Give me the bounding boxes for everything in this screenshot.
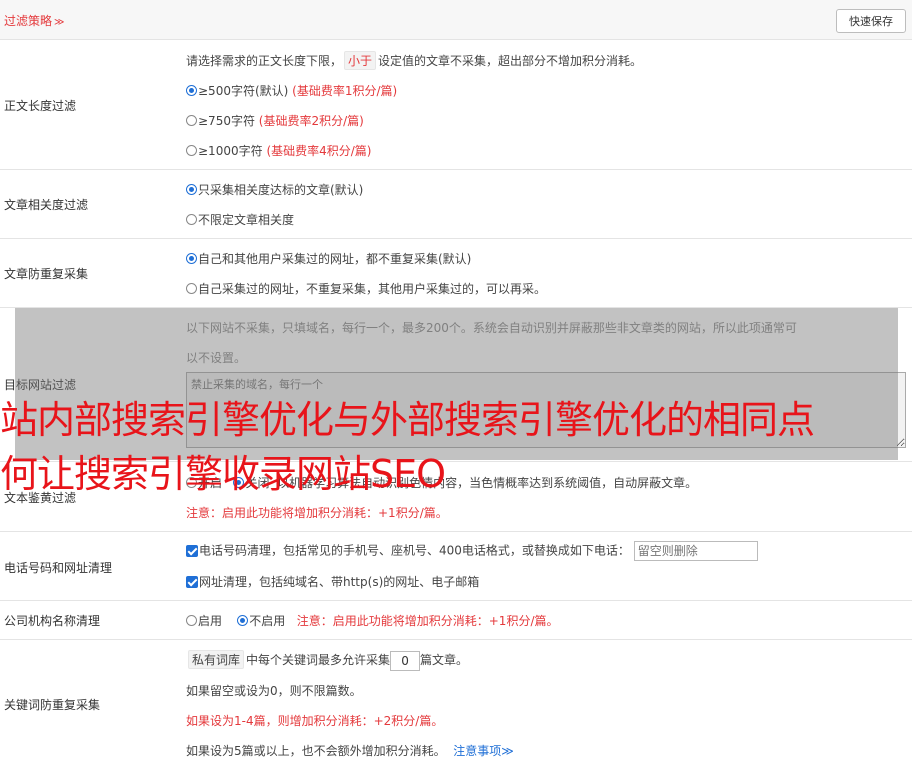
option-label: 不限定文章相关度	[198, 213, 295, 227]
overlay-banner-line-2: 何让搜索引擎收录网站SEO	[0, 452, 446, 496]
option-label: 只采集相关度达标的文章(默认)	[198, 183, 364, 197]
keyword-rule-1: 如果留空或设为0，则不限篇数。	[186, 684, 362, 698]
chevron-down-icon: ≫	[501, 744, 514, 758]
option-label: 自己采集过的网址，不重复采集，其他用户采集过的，可以再采。	[198, 282, 547, 296]
radio-icon[interactable]	[186, 145, 197, 156]
dup-filter-row: 文章防重复采集 自己和其他用户采集过的网址，都不重复采集(默认) 自己采集过的网…	[0, 239, 912, 308]
org-filter-options: 启用 不启用 注意：启用此功能将增加积分消耗：+1积分/篇。	[186, 612, 558, 629]
radio-selected-icon[interactable]	[237, 615, 249, 626]
option-on-label: 启用	[198, 614, 223, 628]
org-filter-label: 公司机构名称清理	[4, 614, 101, 628]
length-option-750[interactable]: ≥750字符 (基础费率2积分/篇)	[186, 112, 364, 129]
keyword-rule-3: 如果设为5篇或以上，也不会额外增加积分消耗。 注意事项≫	[186, 742, 514, 759]
option-off-label: 不启用	[249, 614, 286, 628]
keyword-rule-2: 如果设为1-4篇，则增加积分消耗：+2积分/篇。	[186, 714, 444, 728]
keyword-limit-line: 私有词库中每个关键词最多允许采集 篇文章。	[186, 650, 468, 671]
relevance-option-required[interactable]: 只采集相关度达标的文章(默认)	[186, 181, 363, 198]
dup-option-self[interactable]: 自己采集过的网址，不重复采集，其他用户采集过的，可以再采。	[186, 280, 546, 297]
desc-text: 请选择需求的正文长度下限，	[186, 54, 343, 68]
section-title-label: 过滤策略	[4, 14, 53, 28]
porn-filter-note: 注意：启用此功能将增加积分消耗：+1积分/篇。	[186, 506, 448, 520]
keyword-filter-label: 关键词防重复采集	[4, 698, 101, 712]
keyword-filter-row: 关键词防重复采集 私有词库中每个关键词最多允许采集 篇文章。 如果留空或设为0，则…	[0, 640, 912, 768]
length-filter-label: 正文长度过滤	[4, 99, 77, 113]
dup-filter-label: 文章防重复采集	[4, 267, 89, 281]
length-filter-desc: 请选择需求的正文长度下限， 小于 设定值的文章不采集，超出部分不增加积分消耗。	[186, 51, 642, 70]
url-clean-text: 网址清理，包括纯域名、带http(s)的网址、电子邮箱	[199, 575, 480, 589]
radio-icon[interactable]	[186, 115, 197, 126]
keyword-rule-3-text: 如果设为5篇或以上，也不会额外增加积分消耗。	[186, 744, 446, 758]
radio-icon[interactable]	[186, 615, 197, 626]
dup-option-all[interactable]: 自己和其他用户采集过的网址，都不重复采集(默认)	[186, 250, 471, 267]
desc-text-post: 设定值的文章不采集，超出部分不增加积分消耗。	[378, 54, 643, 68]
length-option-1000[interactable]: ≥1000字符 (基础费率4积分/篇)	[186, 142, 371, 159]
relevance-filter-label: 文章相关度过滤	[4, 198, 89, 212]
notes-link-label: 注意事项	[453, 744, 502, 758]
option-note: (基础费率2积分/篇)	[258, 114, 364, 128]
less-than-tag: 小于	[344, 51, 377, 70]
notes-link[interactable]: 注意事项≫	[453, 744, 514, 758]
option-label: ≥750字符	[198, 114, 255, 128]
url-clean-option[interactable]: 网址清理，包括纯域名、带http(s)的网址、电子邮箱	[186, 573, 479, 590]
private-dict-tag[interactable]: 私有词库	[188, 650, 245, 669]
phone-clean-text: 电话号码清理，包括常见的手机号、座机号、400电话格式，或替换成如下电话：	[199, 543, 630, 558]
radio-icon[interactable]	[186, 283, 197, 294]
checkbox-checked-icon[interactable]	[186, 544, 198, 557]
phone-filter-row: 电话号码和网址清理 电话号码清理，包括常见的手机号、座机号、400电话格式，或替…	[0, 532, 912, 601]
section-title[interactable]: 过滤策略 ≫	[4, 12, 64, 29]
option-label: 自己和其他用户采集过的网址，都不重复采集(默认)	[198, 252, 472, 266]
quick-save-button[interactable]: 快速保存	[836, 9, 906, 33]
radio-selected-icon[interactable]	[186, 253, 197, 264]
option-note: (基础费率4积分/篇)	[266, 144, 372, 158]
keyword-limit-suffix: 篇文章。	[420, 653, 469, 667]
overlay-banner-line-1: 站内部搜索引擎优化与外部搜索引擎优化的相同点	[0, 398, 815, 442]
length-filter-row: 正文长度过滤 请选择需求的正文长度下限， 小于 设定值的文章不采集，超出部分不增加积…	[0, 40, 912, 170]
filter-strategy-header: 过滤策略 ≫ 快速保存	[0, 0, 912, 40]
org-filter-note: 注意：启用此功能将增加积分消耗：+1积分/篇。	[296, 614, 559, 628]
replace-phone-input[interactable]	[633, 541, 758, 561]
option-label: ≥500字符(默认)	[198, 84, 289, 98]
checkbox-checked-icon[interactable]	[186, 576, 198, 588]
radio-selected-icon[interactable]	[186, 85, 197, 96]
radio-icon[interactable]	[186, 214, 197, 225]
phone-filter-label: 电话号码和网址清理	[4, 561, 113, 575]
relevance-option-unlimited[interactable]: 不限定文章相关度	[186, 211, 294, 228]
keyword-limit-text: 中每个关键词最多允许采集	[246, 653, 391, 667]
option-note: (基础费率1积分/篇)	[292, 84, 398, 98]
keyword-limit-input[interactable]	[390, 650, 421, 671]
relevance-filter-row: 文章相关度过滤 只采集相关度达标的文章(默认) 不限定文章相关度	[0, 170, 912, 239]
chevron-down-icon: ≫	[54, 17, 65, 28]
option-label: ≥1000字符	[198, 144, 263, 158]
phone-clean-option[interactable]: 电话号码清理，包括常见的手机号、座机号、400电话格式，或替换成如下电话：	[186, 541, 758, 561]
org-filter-row: 公司机构名称清理 启用 不启用 注意：启用此功能将增加积分消耗：+1积分/篇。	[0, 601, 912, 640]
length-option-500[interactable]: ≥500字符(默认) (基础费率1积分/篇)	[186, 82, 397, 99]
radio-selected-icon[interactable]	[186, 184, 197, 195]
